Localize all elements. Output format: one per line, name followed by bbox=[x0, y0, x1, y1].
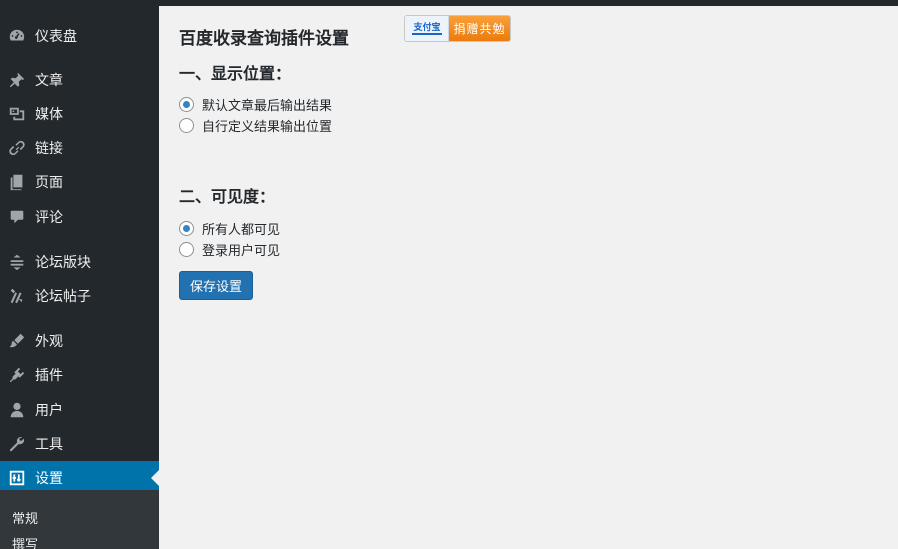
sidebar-item-users[interactable]: 用户 bbox=[0, 393, 159, 427]
sidebar-item-pages[interactable]: 页面 bbox=[0, 165, 159, 199]
sidebar-item-label: 外观 bbox=[35, 334, 63, 350]
sidebar-item-label: 评论 bbox=[35, 210, 63, 226]
link-icon bbox=[8, 139, 26, 157]
sidebar-item-label: 链接 bbox=[35, 141, 63, 157]
sidebar-item-label: 仪表盘 bbox=[35, 29, 77, 45]
sidebar-item-label: 论坛版块 bbox=[35, 255, 91, 271]
sidebar-item-posts[interactable]: 文章 bbox=[0, 63, 159, 97]
page-title: 百度收录查询插件设置 bbox=[179, 29, 349, 49]
sidebar-item-label: 媒体 bbox=[35, 107, 63, 123]
sidebar-item-topics[interactable]: 论坛帖子 bbox=[0, 279, 159, 313]
radio-button[interactable] bbox=[179, 117, 194, 133]
sidebar-item-label: 工具 bbox=[35, 437, 63, 453]
radio-option-default-output[interactable]: 默认文章最后输出结果 bbox=[179, 95, 333, 114]
sidebar-item-label: 论坛帖子 bbox=[35, 289, 91, 305]
wrench-icon bbox=[8, 435, 26, 453]
alipay-logo-icon: 支付宝 bbox=[405, 16, 449, 41]
submenu-item-general[interactable]: 常规 bbox=[12, 508, 38, 527]
sidebar-item-comments[interactable]: 评论 bbox=[0, 200, 159, 234]
sidebar-item-label: 页面 bbox=[35, 175, 63, 191]
donate-button[interactable]: 支付宝 捐赠共勉 bbox=[404, 15, 511, 42]
sidebar-item-label: 插件 bbox=[35, 368, 63, 384]
admin-sidebar: 仪表盘 文章 媒体 链接 页面 评论 论坛版块 论坛帖子 外观 插件 用户 工具… bbox=[0, 6, 159, 549]
radio-label: 所有人都可见 bbox=[202, 222, 281, 238]
settings-icon bbox=[8, 469, 26, 487]
radio-button[interactable] bbox=[179, 220, 194, 236]
radio-label: 默认文章最后输出结果 bbox=[202, 98, 333, 114]
sidebar-item-label: 用户 bbox=[35, 403, 63, 419]
media-icon bbox=[8, 105, 26, 123]
user-icon bbox=[8, 401, 26, 419]
appearance-icon bbox=[8, 332, 26, 350]
radio-option-custom-output[interactable]: 自行定义结果输出位置 bbox=[179, 116, 333, 135]
sidebar-item-forums[interactable]: 论坛版块 bbox=[0, 245, 159, 279]
dashboard-icon bbox=[8, 27, 26, 45]
sidebar-item-label: 文章 bbox=[35, 73, 63, 89]
radio-label: 登录用户可见 bbox=[202, 243, 281, 259]
sidebar-item-tools[interactable]: 工具 bbox=[0, 427, 159, 461]
forum-icon bbox=[8, 253, 26, 271]
topic-icon bbox=[8, 287, 26, 305]
sidebar-item-media[interactable]: 媒体 bbox=[0, 97, 159, 131]
settings-submenu: 常规 撰写 bbox=[0, 490, 159, 549]
sidebar-item-dashboard[interactable]: 仪表盘 bbox=[0, 19, 159, 53]
section-title-visibility: 二、可见度： bbox=[179, 187, 276, 206]
radio-label: 自行定义结果输出位置 bbox=[202, 119, 333, 135]
radio-button[interactable] bbox=[179, 241, 194, 257]
section-title-display-position: 一、显示位置： bbox=[179, 64, 292, 83]
sidebar-item-appearance[interactable]: 外观 bbox=[0, 324, 159, 358]
radio-button[interactable] bbox=[179, 96, 194, 112]
page-icon bbox=[8, 173, 26, 191]
submenu-item-writing[interactable]: 撰写 bbox=[12, 534, 38, 549]
pin-icon bbox=[8, 71, 26, 89]
sidebar-item-plugins[interactable]: 插件 bbox=[0, 358, 159, 392]
radio-option-visible-all[interactable]: 所有人都可见 bbox=[179, 219, 281, 238]
sidebar-item-label: 设置 bbox=[35, 471, 63, 487]
donate-label: 捐赠共勉 bbox=[449, 16, 510, 41]
plugin-icon bbox=[8, 366, 26, 384]
main-content: 百度收录查询插件设置 支付宝 捐赠共勉 一、显示位置： 默认文章最后输出结果 自… bbox=[159, 6, 898, 549]
alipay-brand-text: 支付宝 bbox=[412, 21, 440, 33]
sidebar-item-links[interactable]: 链接 bbox=[0, 131, 159, 165]
save-settings-button[interactable]: 保存设置 bbox=[179, 271, 253, 300]
radio-option-visible-logged-in[interactable]: 登录用户可见 bbox=[179, 240, 281, 259]
comment-icon bbox=[8, 208, 26, 226]
